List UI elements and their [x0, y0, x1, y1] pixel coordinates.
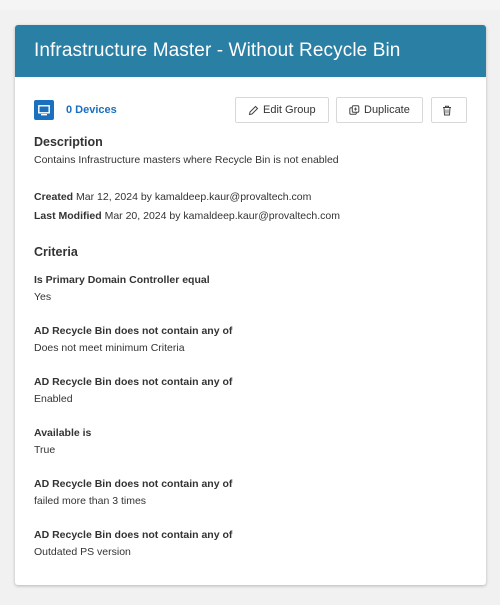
criteria-item: AD Recycle Bin does not contain any of f…	[34, 478, 467, 507]
criteria-value: failed more than 3 times	[34, 495, 147, 507]
criteria-item: AD Recycle Bin does not contain any of E…	[34, 376, 467, 405]
criteria-label: AD Recycle Bin does not contain any of	[34, 376, 233, 388]
toolbar: 0 Devices Edit Group Duplicate	[34, 97, 467, 123]
modified-row: Last Modified Mar 20, 2024 by kamaldeep.…	[34, 210, 467, 222]
criteria-value: Does not meet minimum Criteria	[34, 342, 185, 354]
modified-value: Mar 20, 2024 by kamaldeep.kaur@provaltec…	[104, 210, 340, 222]
group-detail-card: Infrastructure Master - Without Recycle …	[15, 25, 486, 585]
monitor-icon	[34, 100, 54, 120]
criteria-label: AD Recycle Bin does not contain any of	[34, 325, 233, 337]
criteria-item: AD Recycle Bin does not contain any of O…	[34, 529, 467, 558]
criteria-label: AD Recycle Bin does not contain any of	[34, 529, 233, 541]
pencil-icon	[248, 105, 259, 115]
criteria-value: Outdated PS version	[34, 546, 131, 558]
top-strip	[0, 0, 500, 10]
criteria-label: Available is	[34, 427, 92, 439]
created-row: Created Mar 12, 2024 by kamaldeep.kaur@p…	[34, 191, 467, 203]
description-text: Contains Infrastructure masters where Re…	[34, 154, 339, 166]
created-value: Mar 12, 2024 by kamaldeep.kaur@provaltec…	[76, 191, 312, 203]
created-label: Created	[34, 191, 74, 203]
modified-label: Last Modified	[34, 210, 102, 222]
criteria-heading: Criteria	[34, 245, 78, 259]
card-header: Infrastructure Master - Without Recycle …	[15, 25, 486, 77]
edit-group-label: Edit Group	[263, 104, 316, 116]
criteria-label: AD Recycle Bin does not contain any of	[34, 478, 233, 490]
duplicate-button[interactable]: Duplicate	[336, 97, 423, 123]
devices-link[interactable]: 0 Devices	[66, 104, 117, 116]
duplicate-icon	[349, 104, 360, 115]
criteria-item: Available is True	[34, 427, 467, 456]
duplicate-label: Duplicate	[364, 104, 410, 116]
criteria-value: Yes	[34, 291, 52, 303]
description-heading: Description	[34, 135, 103, 149]
criteria-value: Enabled	[34, 393, 73, 405]
edit-group-button[interactable]: Edit Group	[235, 97, 329, 123]
criteria-label: Is Primary Domain Controller equal	[34, 274, 210, 286]
criteria-item: Is Primary Domain Controller equal Yes	[34, 274, 467, 303]
trash-icon	[443, 105, 451, 115]
page-title: Infrastructure Master - Without Recycle …	[34, 40, 401, 61]
criteria-item: AD Recycle Bin does not contain any of D…	[34, 325, 467, 354]
criteria-value: True	[34, 444, 56, 456]
delete-button[interactable]	[431, 97, 467, 123]
